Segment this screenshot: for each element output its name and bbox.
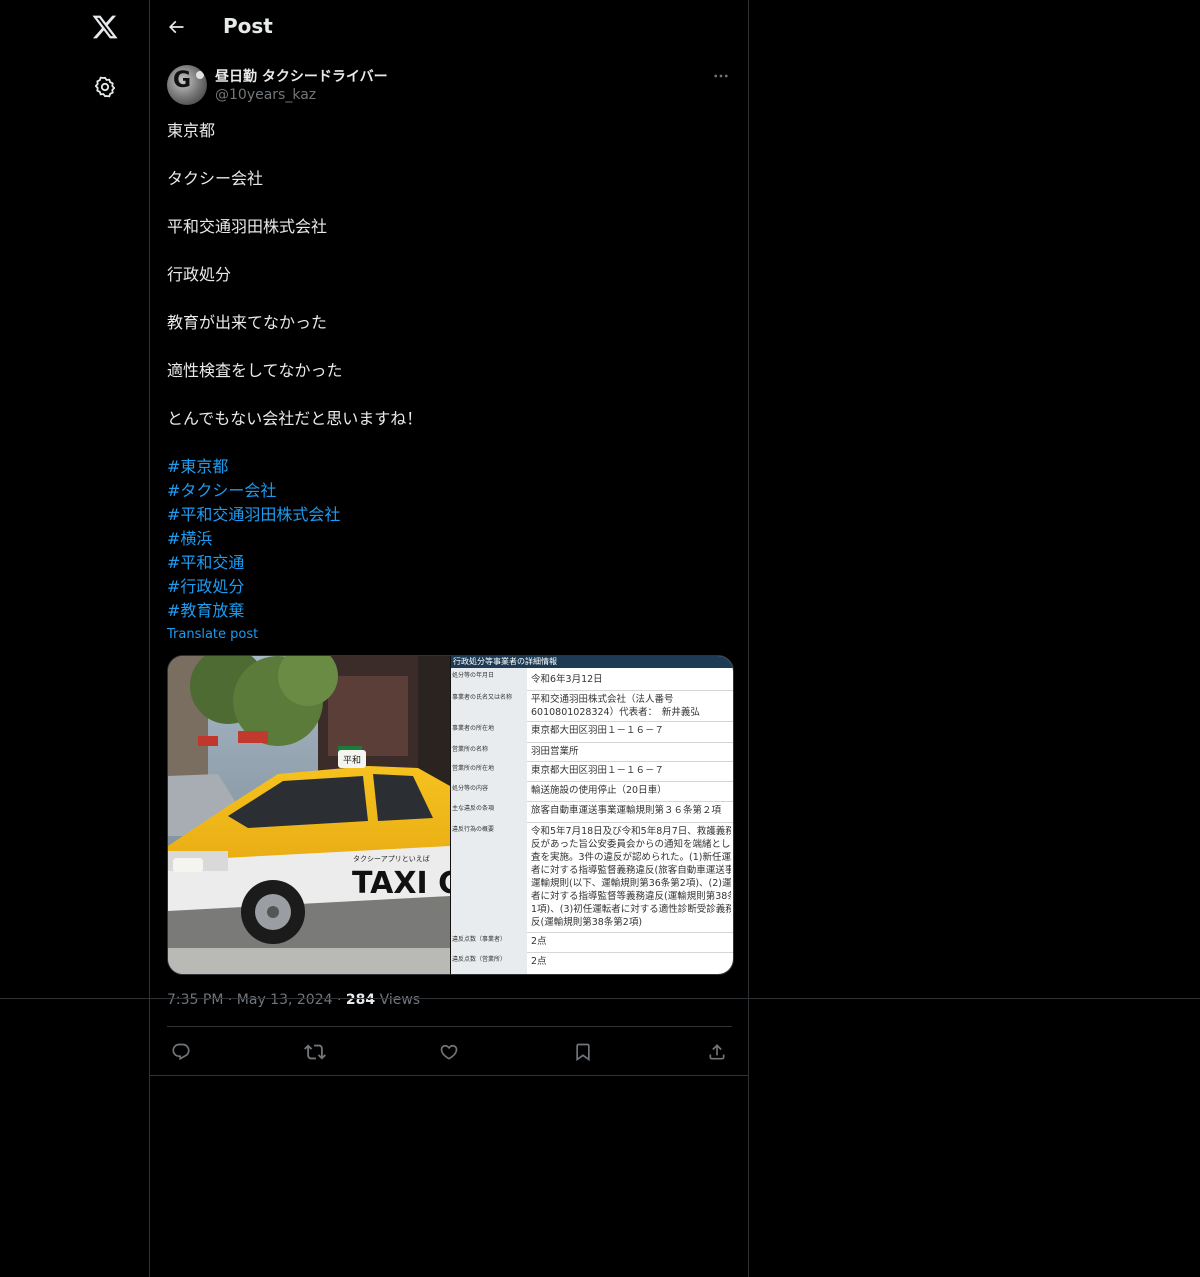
bookmark-icon[interactable] — [571, 1040, 595, 1064]
doc-row: 違反点数（営業所） 2点 — [451, 952, 733, 974]
hashtag-link[interactable]: #東京都 — [167, 455, 732, 479]
page-title: Post — [223, 14, 273, 38]
doc-row: 処分等の年月日 令和6年3月12日 — [451, 668, 733, 691]
app-root: Post G 昼日勤 タクシードライバー @10years_kaz 東京都 タク… — [0, 0, 1200, 1277]
hashtag-link[interactable]: #横浜 — [167, 527, 732, 551]
post-line: 行政処分 — [167, 265, 232, 284]
doc-label: 処分等の内容 — [451, 781, 527, 801]
post-line: 東京都 — [167, 121, 216, 140]
divider — [150, 1075, 748, 1076]
post-line: タクシー会社 — [167, 169, 264, 188]
document-screenshot[interactable]: 行政処分等事業者の詳細情報 処分等の年月日 令和6年3月12日 事業者の氏名又は… — [451, 656, 733, 974]
views-count: 284 — [345, 992, 376, 1008]
doc-title: 行政処分等事業者の詳細情報 — [453, 657, 557, 666]
doc-row: 事業者の氏名又は名称 平和交通羽田株式会社（法人番号 6010801028324… — [451, 690, 733, 722]
avatar[interactable]: G — [167, 65, 207, 105]
post-timestamp: 7:35 PM · May 13, 2024 · 284 Views — [167, 992, 420, 1008]
arrow-left-icon[interactable] — [160, 11, 192, 43]
doc-value: 東京都大田区羽田１－１６－７ — [531, 765, 665, 776]
hashtag-link[interactable]: #タクシー会社 — [167, 479, 732, 503]
separator-dot: · — [227, 992, 233, 1008]
doc-value: 羽田営業所 — [531, 746, 579, 757]
media-grid: 平和 タクシーアプリといえば TAXI G 行政処分等事業者の詳細 — [167, 655, 734, 975]
post-time-link[interactable]: 7:35 PM — [167, 992, 223, 1008]
gear-icon[interactable] — [84, 66, 126, 108]
taxi-photo[interactable]: 平和 タクシーアプリといえば TAXI G — [168, 656, 450, 974]
doc-row: 営業所の名称 羽田営業所 — [451, 742, 733, 762]
roof-sign-text: 平和 — [343, 755, 361, 766]
doc-value: 令和6年3月12日 — [531, 674, 603, 685]
heart-icon[interactable] — [437, 1040, 461, 1064]
divider — [167, 1026, 732, 1027]
hashtag-link[interactable]: #行政処分 — [167, 575, 732, 599]
translate-post-link[interactable]: Translate post — [167, 625, 732, 645]
doc-label: 違反行為の概要 — [451, 822, 527, 932]
doc-row: 営業所の所在地 東京都大田区羽田１－１６－７ — [451, 761, 733, 782]
doc-label: 処分等の年月日 — [451, 668, 527, 690]
doc-label: 事業者の所在地 — [451, 721, 527, 742]
doc-row: 違反行為の概要 令和5年7月18日及び令和5年8月7日、救護義務違 反があった旨… — [451, 822, 733, 933]
doc-value: 輸送施設の使用停止（20日車） — [531, 785, 667, 796]
post-line: 平和交通羽田株式会社 — [167, 217, 328, 236]
post-line: 適性検査をしてなかった — [167, 361, 343, 380]
post-line: 教育が出来てなかった — [167, 313, 328, 332]
avatar-glyph: G — [173, 68, 192, 93]
author-display-name[interactable]: 昼日勤 タクシードライバー — [215, 66, 388, 86]
primary-column: Post G 昼日勤 タクシードライバー @10years_kaz 東京都 タク… — [149, 0, 749, 1277]
doc-value: 2点 — [531, 936, 547, 947]
doc-value: 令和5年7月18日及び令和5年8月7日、救護義務違 反があった旨公安委員会からの… — [531, 826, 731, 928]
doc-value: 2点 — [531, 956, 547, 967]
doc-row: 事業者の所在地 東京都大田区羽田１－１６－７ — [451, 721, 733, 743]
doc-label: 違反点数（営業所） — [451, 952, 527, 974]
views-label: Views — [379, 992, 421, 1008]
doc-value: 旅客自動車運送事業運輸規則第３６条第２項 — [531, 805, 722, 816]
doc-value: 東京都大田区羽田１－１６－７ — [531, 725, 665, 736]
taxi-plate-text: TAXI G — [352, 866, 450, 901]
hashtag-list: #東京都 #タクシー会社 #平和交通羽田株式会社 #横浜 #平和交通 #行政処分… — [167, 455, 732, 623]
doc-label: 事業者の氏名又は名称 — [451, 690, 527, 721]
left-nav — [0, 0, 149, 1277]
post-header: Post — [150, 0, 748, 54]
doc-value: 平和交通羽田株式会社（法人番号 6010801028324）代表者： 新井義弘 — [531, 694, 700, 718]
more-horizontal-icon[interactable] — [710, 65, 732, 87]
doc-row: 違反点数（事業者） 2点 — [451, 932, 733, 953]
post-text: 東京都 タクシー会社 平和交通羽田株式会社 行政処分 教育が出来てなかった 適性… — [167, 119, 732, 645]
share-icon[interactable] — [705, 1040, 729, 1064]
doc-label: 主な違反の条項 — [451, 801, 527, 822]
reply-icon[interactable] — [169, 1040, 193, 1064]
doc-label: 営業所の所在地 — [451, 761, 527, 781]
hashtag-link[interactable]: #教育放棄 — [167, 599, 732, 623]
author-handle[interactable]: @10years_kaz — [215, 87, 316, 103]
x-logo-icon[interactable] — [84, 6, 126, 48]
avatar-dot — [196, 71, 204, 79]
taxi-door-text: タクシーアプリといえば — [353, 854, 430, 863]
doc-row: 処分等の内容 輸送施設の使用停止（20日車） — [451, 781, 733, 802]
post-date-link[interactable]: May 13, 2024 — [237, 992, 333, 1008]
doc-label: 違反点数（事業者） — [451, 932, 527, 952]
separator-dot: · — [336, 992, 342, 1008]
doc-title-bar: 行政処分等事業者の詳細情報 — [451, 656, 733, 668]
doc-row: 主な違反の条項 旅客自動車運送事業運輸規則第３６条第２項 — [451, 801, 733, 823]
repost-icon[interactable] — [303, 1040, 327, 1064]
hashtag-link[interactable]: #平和交通羽田株式会社 — [167, 503, 732, 527]
overlay-divider — [0, 998, 1200, 999]
doc-label: 営業所の名称 — [451, 742, 527, 761]
post-action-bar — [167, 1036, 732, 1068]
post-line: とんでもない会社だと思いますね！ — [167, 409, 423, 428]
hashtag-link[interactable]: #平和交通 — [167, 551, 732, 575]
